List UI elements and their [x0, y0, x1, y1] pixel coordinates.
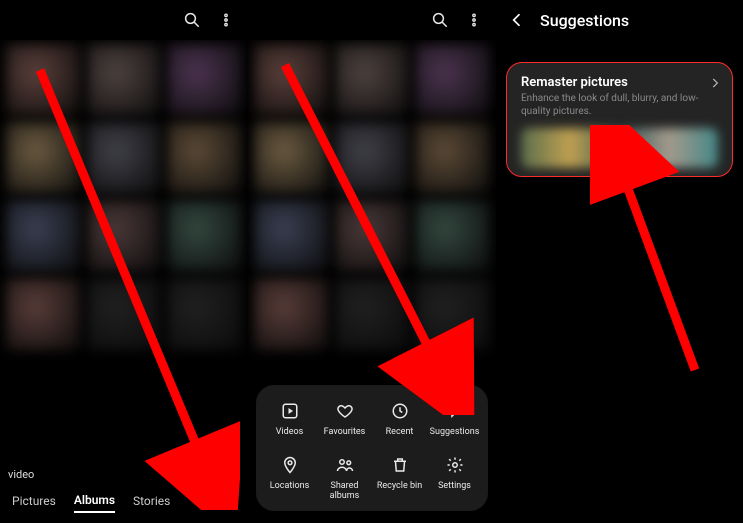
album-thumb[interactable] — [335, 278, 410, 350]
album-thumb[interactable] — [167, 122, 242, 194]
album-thumb[interactable] — [254, 278, 329, 350]
toolbar — [248, 0, 496, 40]
remaster-card[interactable]: Remaster pictures Enhance the look of du… — [506, 62, 733, 177]
search-icon[interactable] — [182, 10, 202, 30]
album-thumb[interactable] — [167, 278, 242, 350]
pin-icon — [280, 455, 300, 475]
album-thumb[interactable] — [415, 200, 490, 272]
album-caption: video — [0, 466, 248, 483]
sheet-shared-albums[interactable]: Shared albums — [317, 455, 372, 501]
album-thumb[interactable] — [415, 278, 490, 350]
sheet-label: Recent — [386, 427, 414, 437]
gallery-panel-menu: Videos Favourites Recent Suggestions Loc… — [248, 0, 496, 523]
album-thumb[interactable] — [167, 44, 242, 116]
album-thumb[interactable] — [415, 122, 490, 194]
album-thumb[interactable] — [87, 122, 162, 194]
clock-icon — [390, 401, 410, 421]
heart-icon — [335, 401, 355, 421]
chevron-right-icon — [708, 75, 722, 94]
people-icon — [335, 455, 355, 475]
tab-albums[interactable]: Albums — [74, 493, 115, 513]
suggestions-panel: Suggestions Remaster pictures Enhance th… — [496, 0, 743, 523]
play-icon — [280, 401, 300, 421]
album-thumb[interactable] — [254, 122, 329, 194]
album-thumb[interactable] — [6, 122, 81, 194]
sheet-label: Settings — [438, 481, 471, 491]
album-thumb[interactable] — [87, 44, 162, 116]
search-icon[interactable] — [430, 10, 450, 30]
chat-icon — [445, 401, 465, 421]
album-thumb[interactable] — [6, 278, 81, 350]
sheet-label: Videos — [276, 427, 304, 437]
sheet-settings[interactable]: Settings — [427, 455, 482, 501]
album-thumb[interactable] — [335, 44, 410, 116]
bottom-sheet: Videos Favourites Recent Suggestions Loc… — [256, 385, 488, 511]
album-thumb[interactable] — [87, 200, 162, 272]
tab-stories[interactable]: Stories — [133, 494, 170, 512]
sheet-label: Locations — [270, 481, 309, 491]
sheet-recent[interactable]: Recent — [372, 401, 427, 437]
gear-icon — [445, 455, 465, 475]
header: Suggestions — [496, 0, 743, 40]
card-title: Remaster pictures — [521, 75, 718, 90]
sheet-recycle-bin[interactable]: Recycle bin — [372, 455, 427, 501]
album-thumb[interactable] — [254, 44, 329, 116]
album-thumb[interactable] — [335, 122, 410, 194]
trash-icon — [390, 455, 410, 475]
more-icon[interactable] — [216, 10, 236, 30]
album-thumb[interactable] — [254, 200, 329, 272]
sheet-label: Suggestions — [430, 427, 480, 437]
more-icon[interactable] — [464, 10, 484, 30]
card-subtitle: Enhance the look of dull, blurry, and lo… — [521, 92, 718, 118]
album-thumb[interactable] — [415, 44, 490, 116]
album-thumb[interactable] — [87, 278, 162, 350]
album-thumb[interactable] — [167, 200, 242, 272]
sheet-label: Favourites — [324, 427, 366, 437]
sheet-favourites[interactable]: Favourites — [317, 401, 372, 437]
album-thumb[interactable] — [6, 44, 81, 116]
menu-icon[interactable] — [218, 496, 236, 510]
page-title: Suggestions — [540, 11, 629, 30]
gallery-panel-albums: video Pictures Albums Stories — [0, 0, 248, 523]
sheet-label: Shared albums — [317, 481, 372, 501]
sheet-label: Recycle bin — [377, 481, 422, 491]
tab-pictures[interactable]: Pictures — [12, 494, 56, 512]
album-thumb[interactable] — [335, 200, 410, 272]
album-grid — [0, 40, 248, 466]
back-icon[interactable] — [506, 9, 528, 31]
sheet-videos[interactable]: Videos — [262, 401, 317, 437]
album-thumb[interactable] — [6, 200, 81, 272]
sheet-locations[interactable]: Locations — [262, 455, 317, 501]
bottom-tabs: Pictures Albums Stories — [0, 483, 248, 523]
preview-strip — [521, 128, 718, 168]
sheet-suggestions[interactable]: Suggestions — [427, 401, 482, 437]
toolbar — [0, 0, 248, 40]
